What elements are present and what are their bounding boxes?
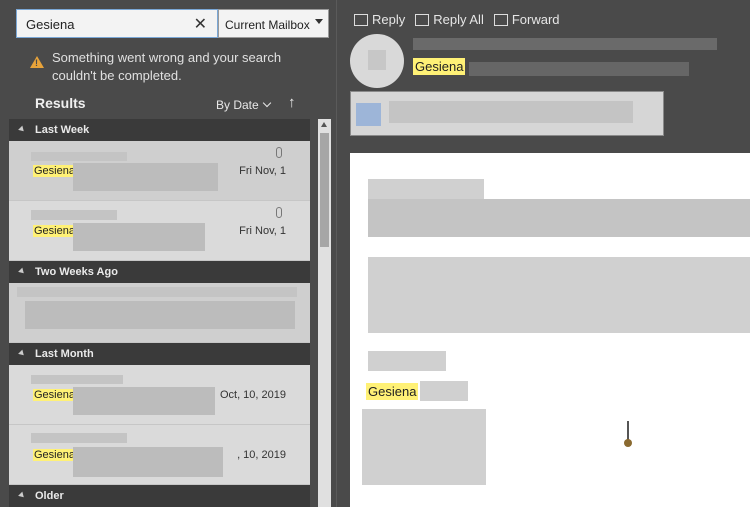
redacted-text xyxy=(420,381,468,401)
reply-icon xyxy=(354,13,368,26)
item-date: Fri Nov, 1 xyxy=(239,225,286,237)
highlighted-name: Gesiena xyxy=(33,225,76,237)
file-icon xyxy=(356,103,381,126)
search-input-value[interactable]: Gesiena xyxy=(26,17,74,32)
group-label: Older xyxy=(35,490,64,502)
list-item[interactable]: Gesiena Fri Nov, 1 xyxy=(9,141,310,201)
forward-label: Forward xyxy=(511,12,560,27)
redacted-subject xyxy=(73,447,223,477)
redacted-subject xyxy=(73,223,205,251)
item-date: Fri Nov, 1 xyxy=(239,165,286,177)
collapse-triangle-icon[interactable] xyxy=(18,125,26,134)
reply-label: Reply xyxy=(372,12,406,27)
sort-by-label: By Date xyxy=(216,98,259,112)
scrollbar-thumb[interactable] xyxy=(320,133,329,247)
reply-all-button[interactable]: Reply All xyxy=(415,12,484,27)
item-date: , 10, 2019 xyxy=(237,449,286,461)
collapse-triangle-icon[interactable] xyxy=(18,491,26,500)
redacted-recipients xyxy=(469,62,689,76)
search-scope-label: Current Mailbox xyxy=(225,18,310,32)
group-header-two-weeks-ago[interactable]: Two Weeks Ago xyxy=(9,261,310,283)
redacted-text xyxy=(368,179,484,199)
reply-button[interactable]: Reply xyxy=(354,12,405,27)
reading-pane: Reply Reply All Forward Gesiena Gesiena xyxy=(337,0,750,507)
cursor-pin xyxy=(627,421,629,441)
group-header-last-week[interactable]: Last Week xyxy=(9,119,310,141)
redacted-text xyxy=(368,351,446,371)
sender-name[interactable]: Gesiena xyxy=(413,58,466,75)
list-item[interactable]: Gesiena , 10, 2019 xyxy=(9,425,310,485)
avatar[interactable] xyxy=(350,34,404,88)
highlighted-name: Gesiena xyxy=(33,389,76,401)
search-error-text: Something went wrong and your search cou… xyxy=(52,50,282,83)
redacted-sender xyxy=(31,433,127,443)
redacted-sender xyxy=(31,375,123,384)
redacted-sender xyxy=(17,287,297,297)
scroll-up-icon[interactable] xyxy=(321,122,327,127)
group-label: Last Week xyxy=(35,124,90,136)
message-actions: Reply Reply All Forward xyxy=(354,12,560,27)
collapse-triangle-icon[interactable] xyxy=(18,267,26,276)
group-label: Last Month xyxy=(35,348,94,360)
paperclip-icon xyxy=(276,207,282,218)
reply-all-icon xyxy=(415,13,430,26)
body-highlighted-name: Gesiena xyxy=(366,383,419,400)
chevron-down-icon xyxy=(262,98,271,108)
redacted-subject xyxy=(73,387,215,415)
redacted-sender xyxy=(31,152,127,161)
results-list: Last Week Gesiena Fri Nov, 1 Gesiena Fri… xyxy=(9,119,310,507)
group-header-last-month[interactable]: Last Month xyxy=(9,343,310,365)
highlighted-name: Gesiena xyxy=(33,449,76,461)
group-label: Two Weeks Ago xyxy=(35,266,118,278)
close-icon[interactable]: ✕ xyxy=(194,14,207,34)
forward-button[interactable]: Forward xyxy=(493,12,560,27)
redacted-attachment-name xyxy=(389,101,633,123)
sort-direction-button[interactable]: ↑ xyxy=(288,94,296,111)
redacted-sender xyxy=(31,210,117,220)
search-results-pane: Gesiena ✕ Current Mailbox ! Something we… xyxy=(0,0,336,507)
group-header-older[interactable]: Older xyxy=(9,485,310,507)
collapse-triangle-icon[interactable] xyxy=(18,349,26,358)
redacted-signature xyxy=(362,409,486,485)
item-date: Oct, 10, 2019 xyxy=(219,389,286,401)
search-scope-dropdown[interactable]: Current Mailbox xyxy=(218,9,329,38)
redacted-subject xyxy=(25,301,295,329)
results-heading: Results xyxy=(35,95,86,111)
sort-by-dropdown[interactable]: By Date xyxy=(216,98,271,112)
message-body: Gesiena xyxy=(350,153,750,507)
forward-icon xyxy=(493,13,508,26)
results-scrollbar[interactable] xyxy=(318,119,331,507)
highlighted-name: Gesiena xyxy=(33,165,76,177)
paperclip-icon xyxy=(276,147,282,158)
list-item[interactable] xyxy=(9,283,310,343)
redacted-text xyxy=(368,199,750,237)
list-item[interactable]: Gesiena Fri Nov, 1 xyxy=(9,201,310,261)
reply-all-label: Reply All xyxy=(433,12,484,27)
redacted-subject xyxy=(73,163,218,191)
search-input[interactable]: Gesiena ✕ xyxy=(16,9,218,38)
attachment-card[interactable] xyxy=(350,91,664,136)
redacted-header xyxy=(413,38,717,50)
redacted-text xyxy=(368,257,750,333)
chevron-down-icon[interactable] xyxy=(315,19,323,24)
list-item[interactable]: Gesiena Oct, 10, 2019 xyxy=(9,365,310,425)
